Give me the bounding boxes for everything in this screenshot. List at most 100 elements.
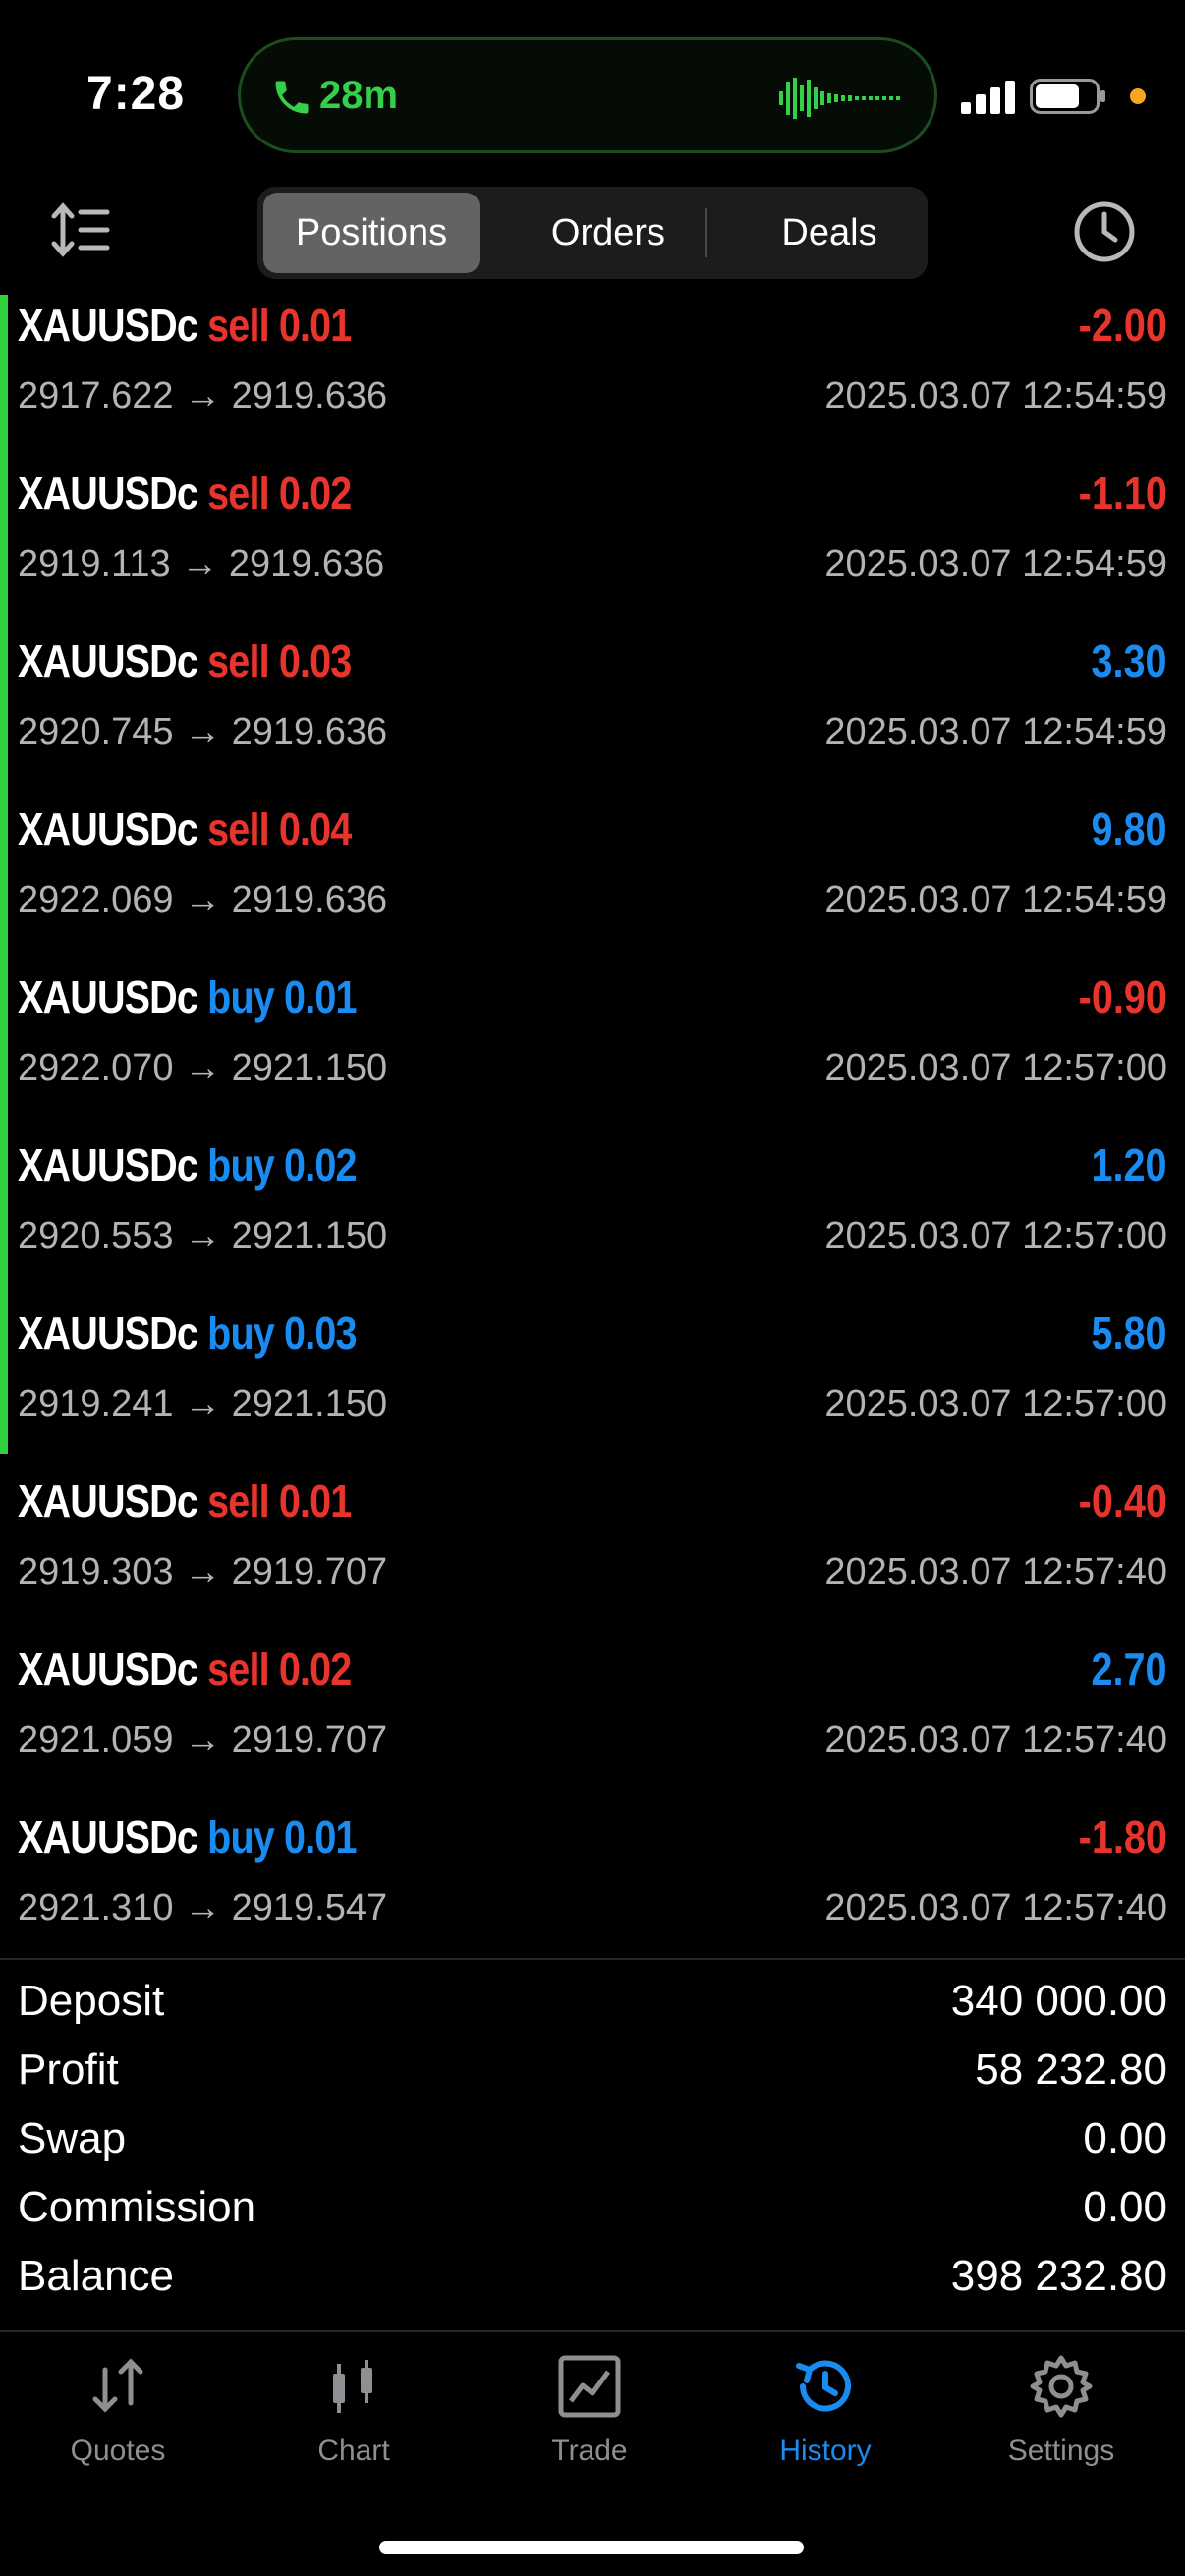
deal-prices: 2922.070 → 2921.150 [18, 1047, 387, 1090]
tab-orders[interactable]: Orders [480, 193, 737, 273]
deal-profit: 1.20 [1092, 1140, 1167, 1191]
deal-row[interactable]: XAUUSDc buy 0.01 2921.310 → 2919.547 -1.80… [0, 1807, 1185, 1975]
deal-symbol: XAUUSDc [18, 636, 198, 687]
clock-icon[interactable] [1073, 200, 1136, 263]
deal-close-price: 2919.636 [231, 375, 388, 417]
summary-row: Balance 398 232.80 [0, 2250, 1185, 2319]
deal-side: sell [207, 1476, 269, 1527]
tab-settings[interactable]: Settings [943, 2352, 1179, 2490]
deal-time: 2025.03.07 12:54:59 [824, 879, 1167, 921]
trade-icon [558, 2355, 621, 2418]
home-indicator[interactable] [379, 2541, 804, 2554]
deal-profit: 9.80 [1092, 804, 1167, 855]
deal-profit: 3.30 [1092, 636, 1167, 687]
deal-title: XAUUSDc buy 0.02 [18, 1139, 357, 1192]
arrow-right-icon: → [184, 711, 222, 753]
deal-close-price: 2919.636 [228, 543, 385, 585]
deal-prices: 2920.745 → 2919.636 [18, 711, 387, 754]
summary-row: Swap 0.00 [0, 2112, 1185, 2181]
deal-close-price: 2919.636 [231, 879, 388, 921]
deal-close-price: 2921.150 [231, 1383, 388, 1425]
deal-prices: 2919.303 → 2919.707 [18, 1551, 387, 1594]
deal-open-price: 2921.059 [18, 1719, 174, 1761]
deal-volume: 0.04 [278, 804, 352, 855]
deal-title: XAUUSDc buy 0.03 [18, 1307, 357, 1360]
deal-side: sell [207, 804, 269, 855]
deal-close-price: 2921.150 [231, 1215, 388, 1257]
summary-value: 398 232.80 [950, 2252, 1167, 2300]
tab-positions[interactable]: Positions [263, 193, 480, 273]
deal-profit: -1.10 [1078, 468, 1167, 519]
deal-symbol: XAUUSDc [18, 1476, 198, 1527]
active-call-pill[interactable]: 28m [238, 37, 937, 153]
deal-symbol: XAUUSDc [18, 300, 198, 351]
deal-symbol: XAUUSDc [18, 804, 198, 855]
deal-close-price: 2921.150 [231, 1047, 388, 1089]
deal-time: 2025.03.07 12:57:40 [824, 1551, 1167, 1593]
deal-prices: 2921.059 → 2919.707 [18, 1719, 387, 1762]
arrow-right-icon: → [184, 1551, 222, 1593]
deal-prices: 2922.069 → 2919.636 [18, 879, 387, 922]
deal-volume: 0.02 [284, 1140, 357, 1191]
deal-row[interactable]: XAUUSDc buy 0.03 2919.241 → 2921.150 5.80 2… [0, 1303, 1185, 1471]
mt5-history-screen: 7:28 28m Positions Orders Deals XAUUSDc … [0, 0, 1185, 2576]
deal-profit: -1.80 [1078, 1812, 1167, 1863]
deal-time: 2025.03.07 12:57:40 [824, 1887, 1167, 1929]
battery-icon [1030, 79, 1105, 114]
deal-prices: 2920.553 → 2921.150 [18, 1215, 387, 1258]
deal-time: 2025.03.07 12:54:59 [824, 543, 1167, 585]
status-bar: 7:28 28m [0, 0, 1185, 187]
phone-icon [275, 81, 309, 114]
privacy-indicator-dot [1130, 88, 1146, 104]
deal-profit: 2.70 [1092, 1644, 1167, 1695]
tab-deals[interactable]: Deals [737, 193, 922, 273]
deal-row[interactable]: XAUUSDc sell 0.01 2919.303 → 2919.707 -0.4… [0, 1471, 1185, 1639]
deal-open-price: 2922.069 [18, 879, 174, 921]
deal-title: XAUUSDc buy 0.01 [18, 971, 357, 1024]
deal-row[interactable]: XAUUSDc sell 0.01 2917.622 → 2919.636 -2.0… [0, 295, 1185, 463]
deals-list: XAUUSDc sell 0.01 2917.622 → 2919.636 -2.0… [0, 295, 1185, 1975]
tab-label: Trade [551, 2435, 628, 2467]
tab-history[interactable]: History [707, 2352, 943, 2490]
deal-volume: 0.03 [278, 636, 352, 687]
deal-row[interactable]: XAUUSDc sell 0.04 2922.069 → 2919.636 9.80… [0, 799, 1185, 967]
deal-time: 2025.03.07 12:57:00 [824, 1047, 1167, 1089]
deal-side: buy [207, 1812, 275, 1863]
deal-row[interactable]: XAUUSDc sell 0.02 2921.059 → 2919.707 2.70… [0, 1639, 1185, 1807]
deal-title: XAUUSDc sell 0.01 [18, 299, 352, 352]
deal-side: sell [207, 468, 269, 519]
deal-symbol: XAUUSDc [18, 972, 198, 1023]
deal-open-price: 2920.553 [18, 1215, 174, 1257]
summary-value: 0.00 [1083, 2183, 1167, 2231]
deal-prices: 2921.310 → 2919.547 [18, 1887, 387, 1930]
summary-divider [0, 1958, 1185, 1960]
deal-time: 2025.03.07 12:57:00 [824, 1383, 1167, 1425]
tab-trade[interactable]: Trade [472, 2352, 707, 2490]
deal-row[interactable]: XAUUSDc buy 0.01 2922.070 → 2921.150 -0.90… [0, 967, 1185, 1135]
deal-symbol: XAUUSDc [18, 468, 198, 519]
deal-row[interactable]: XAUUSDc sell 0.03 2920.745 → 2919.636 3.30… [0, 631, 1185, 799]
deal-side: buy [207, 1140, 275, 1191]
summary-label: Swap [18, 2114, 127, 2162]
deal-volume: 0.02 [278, 468, 352, 519]
tab-quotes[interactable]: Quotes [0, 2352, 236, 2490]
deal-side: buy [207, 972, 275, 1023]
deal-time: 2025.03.07 12:57:40 [824, 1719, 1167, 1761]
deal-open-price: 2919.241 [18, 1383, 174, 1425]
deal-symbol: XAUUSDc [18, 1140, 198, 1191]
bottom-tab-bar: Quotes Chart Trade History Settings [0, 2332, 1185, 2529]
deal-row[interactable]: XAUUSDc sell 0.02 2919.113 → 2919.636 -1.1… [0, 463, 1185, 631]
deal-row[interactable]: XAUUSDc buy 0.02 2920.553 → 2921.150 1.20 2… [0, 1135, 1185, 1303]
arrow-right-icon: → [184, 1383, 222, 1425]
tab-label: Settings [1007, 2435, 1115, 2467]
deal-volume: 0.01 [284, 1812, 357, 1863]
summary-value: 58 232.80 [975, 2045, 1167, 2094]
deal-time: 2025.03.07 12:54:59 [824, 711, 1167, 753]
arrow-right-icon: → [184, 1047, 222, 1089]
call-duration: 28m [319, 74, 399, 117]
deal-title: XAUUSDc sell 0.03 [18, 635, 352, 688]
sort-icon[interactable] [51, 200, 110, 259]
deal-close-price: 2919.707 [231, 1551, 388, 1593]
deal-open-price: 2919.303 [18, 1551, 174, 1593]
tab-chart[interactable]: Chart [236, 2352, 472, 2490]
